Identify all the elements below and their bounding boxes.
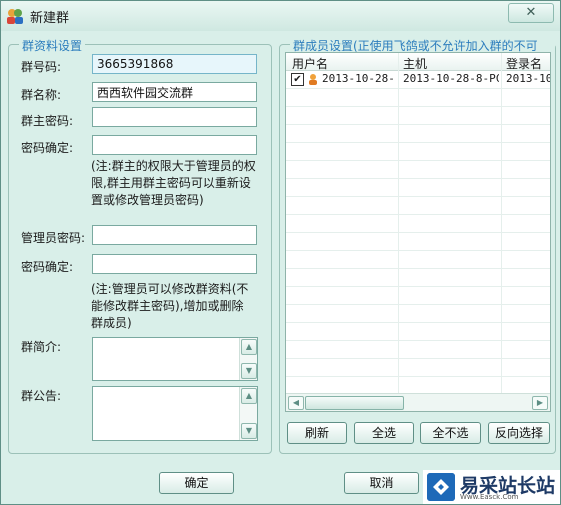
member-checkbox[interactable]: ✔ [291, 73, 304, 86]
intro-label: 群简介: [21, 340, 62, 354]
row-divider [286, 142, 550, 143]
owner-password-confirm-label: 密码确定: [21, 141, 74, 155]
column-divider [501, 53, 502, 393]
owner-note-line: (注:群主的权限大于管理员的权 [91, 159, 256, 173]
group-info-title: 群资料设置 [19, 37, 86, 54]
group-number-label: 群号码: [21, 60, 62, 74]
column-divider [398, 53, 399, 393]
cancel-button[interactable]: 取消 [344, 472, 419, 494]
admin-password-confirm-field[interactable] [92, 254, 257, 274]
scroll-down-icon[interactable]: ▼ [241, 423, 257, 439]
row-divider [286, 268, 550, 269]
watermark-sub: Www.Easck.Com [460, 493, 519, 501]
row-divider [286, 322, 550, 323]
row-divider [286, 106, 550, 107]
row-divider [286, 178, 550, 179]
row-username: 2013-10-28-1 [322, 72, 396, 85]
owner-note-line: 置或修改管理员密码) [91, 193, 204, 207]
owner-note-line: 限,群主用群主密码可以重新设 [91, 176, 251, 190]
row-divider [286, 124, 550, 125]
close-button[interactable]: ✕ [508, 3, 554, 23]
row-divider [286, 376, 550, 377]
ok-button[interactable]: 确定 [159, 472, 234, 494]
row-divider [286, 286, 550, 287]
owner-password-field[interactable] [92, 107, 257, 127]
group-name-label: 群名称: [21, 88, 62, 102]
scroll-up-icon[interactable]: ▲ [241, 339, 257, 355]
members-table[interactable]: 用户名 主机 登录名 ✔ 2013-10-28-1 2013-10-28-8-P… [285, 52, 551, 412]
row-divider [286, 196, 550, 197]
admin-note-line: (注:管理员可以修改群资料(不 [91, 282, 249, 296]
row-divider [286, 340, 550, 341]
owner-password-label: 群主密码: [21, 114, 74, 128]
scroll-down-icon[interactable]: ▼ [241, 363, 257, 379]
table-row[interactable]: ✔ 2013-10-28-1 2013-10-28-8-PC 2013-10 [286, 70, 550, 88]
admin-password-label: 管理员密码: [21, 231, 86, 245]
notice-label: 群公告: [21, 389, 62, 403]
row-divider [286, 232, 550, 233]
new-group-dialog: 新建群 ✕ 群资料设置 群号码: 群名称: 群主密码: 密码确定: (注:群主的… [0, 0, 561, 505]
intro-scrollbar[interactable]: ▲ ▼ [239, 338, 257, 380]
admin-note-line: 群成员) [91, 316, 132, 330]
notice-scrollbar[interactable]: ▲ ▼ [239, 387, 257, 440]
owner-note: (注:群主的权限大于管理员的权 限,群主用群主密码可以重新设 置或修改管理员密码… [91, 158, 256, 209]
admin-password-field[interactable] [92, 225, 257, 245]
scroll-up-icon[interactable]: ▲ [241, 388, 257, 404]
scroll-thumb[interactable] [305, 396, 404, 410]
row-divider [286, 160, 550, 161]
invert-selection-button[interactable]: 反向选择 [488, 422, 550, 444]
group-users-icon [7, 9, 23, 24]
scroll-right-icon[interactable]: ▶ [532, 396, 548, 410]
table-hscrollbar[interactable]: ◀ ▶ [286, 393, 550, 411]
row-divider [286, 214, 550, 215]
owner-password-confirm-field[interactable] [92, 135, 257, 155]
intro-textarea[interactable]: ▲ ▼ [92, 337, 258, 381]
row-divider [286, 304, 550, 305]
row-divider [286, 250, 550, 251]
user-icon [309, 74, 317, 85]
notice-textarea[interactable]: ▲ ▼ [92, 386, 258, 441]
window-title: 新建群 [30, 11, 70, 26]
title-bar[interactable]: 新建群 ✕ [1, 1, 560, 31]
admin-note: (注:管理员可以修改群资料(不 能修改群主密码),增加或删除 群成员) [91, 281, 248, 332]
site-logo-icon [427, 473, 455, 501]
admin-note-line: 能修改群主密码),增加或删除 [91, 299, 244, 313]
close-icon: ✕ [525, 5, 537, 20]
row-divider [286, 88, 550, 89]
select-all-button[interactable]: 全选 [354, 422, 414, 444]
scroll-left-icon[interactable]: ◀ [288, 396, 304, 410]
table-header: 用户名 主机 登录名 [286, 53, 550, 71]
site-watermark: 易采站长站 Www.Easck.Com [423, 470, 560, 504]
refresh-button[interactable]: 刷新 [287, 422, 347, 444]
row-divider [286, 358, 550, 359]
group-name-field[interactable] [92, 82, 257, 102]
admin-password-confirm-label: 密码确定: [21, 260, 74, 274]
select-none-button[interactable]: 全不选 [420, 422, 481, 444]
group-number-field[interactable] [92, 54, 257, 74]
row-host: 2013-10-28-8-PC [403, 72, 499, 85]
row-login: 2013-10 [506, 72, 550, 85]
